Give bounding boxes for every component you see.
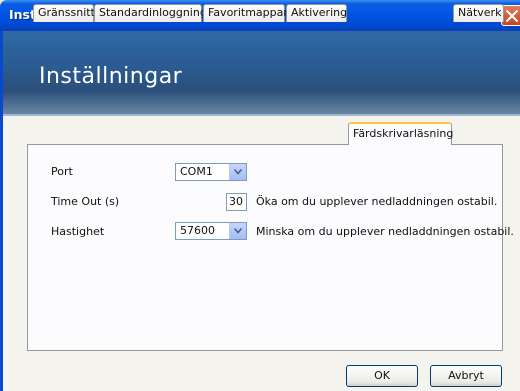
timeout-hint: Öka om du upplever nedladdningen ostabil… bbox=[256, 195, 498, 208]
header-title: Inställningar bbox=[39, 64, 183, 89]
tab-fardskrivarlasning[interactable]: Färdskrivarläsning bbox=[348, 122, 453, 145]
timeout-label: Time Out (s) bbox=[51, 195, 120, 208]
chevron-down-icon bbox=[234, 228, 242, 234]
settings-window: Inställningar Inställningar Gränssnitt S… bbox=[0, 0, 520, 391]
cancel-button[interactable]: Avbryt bbox=[430, 365, 502, 387]
tab-panel bbox=[27, 144, 503, 351]
speed-select[interactable]: 57600 bbox=[175, 222, 247, 240]
tab-standardinloggning[interactable]: Standardinloggning bbox=[94, 4, 207, 22]
ok-button[interactable]: OK bbox=[346, 365, 418, 387]
port-label: Port bbox=[51, 165, 73, 178]
tab-aktivering[interactable]: Aktivering bbox=[286, 4, 347, 22]
tab-gränssnitt[interactable]: Gränssnitt bbox=[33, 4, 95, 22]
port-value: COM1 bbox=[180, 165, 213, 178]
speed-hint: Minska om du upplever nedladdningen osta… bbox=[256, 225, 514, 238]
header-banner: Inställningar bbox=[3, 31, 520, 116]
close-icon bbox=[506, 10, 518, 22]
chevron-down-icon bbox=[234, 169, 242, 175]
port-dropdown-button[interactable] bbox=[229, 164, 246, 180]
speed-label: Hastighet bbox=[51, 225, 105, 238]
tab-natverk[interactable]: Nätverk bbox=[453, 4, 504, 22]
timeout-input[interactable]: 30 bbox=[226, 193, 247, 211]
port-select[interactable]: COM1 bbox=[175, 163, 247, 181]
speed-dropdown-button[interactable] bbox=[229, 223, 246, 239]
speed-value: 57600 bbox=[180, 224, 215, 237]
tab-favoritmappar[interactable]: Favoritmappar bbox=[203, 4, 288, 22]
